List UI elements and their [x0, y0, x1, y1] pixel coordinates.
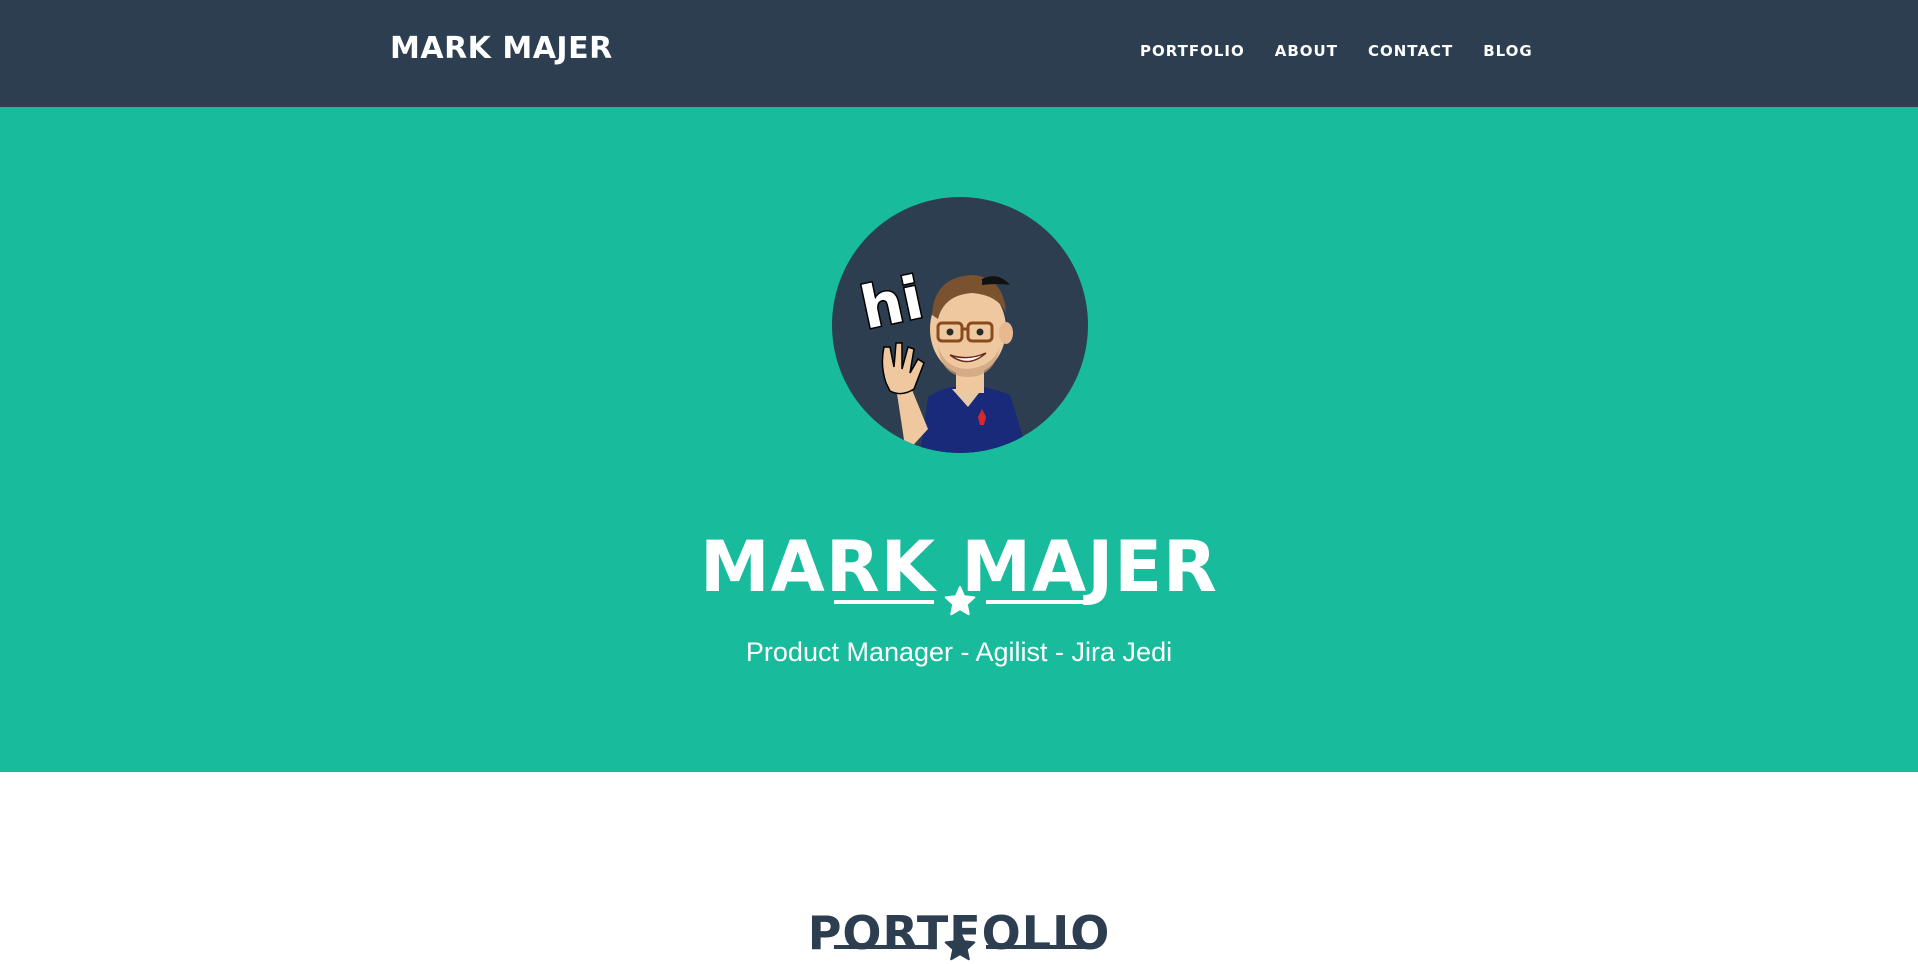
portfolio-star-divider	[834, 931, 1086, 961]
hero-star-divider	[834, 586, 1086, 616]
star-icon	[944, 931, 976, 961]
navbar: MARK MAJER PORTFOLIO ABOUT CONTACT BLOG	[0, 0, 1918, 107]
hero-subtitle: Product Manager - Agilist - Jira Jedi	[745, 637, 1173, 667]
hero-section: hi MARK MAJER Product Manager - Agilist …	[0, 107, 1918, 772]
nav-links: PORTFOLIO ABOUT CONTACT BLOG	[1140, 42, 1563, 60]
star-icon	[944, 586, 976, 616]
nav-link-blog[interactable]: BLOG	[1483, 42, 1533, 60]
nav-link-portfolio[interactable]: PORTFOLIO	[1140, 42, 1245, 60]
brand-link[interactable]: MARK MAJER	[390, 31, 613, 66]
nav-link-about[interactable]: ABOUT	[1275, 42, 1338, 60]
nav-link-contact[interactable]: CONTACT	[1368, 42, 1453, 60]
bitmoji-avatar-icon: hi	[832, 197, 1088, 453]
